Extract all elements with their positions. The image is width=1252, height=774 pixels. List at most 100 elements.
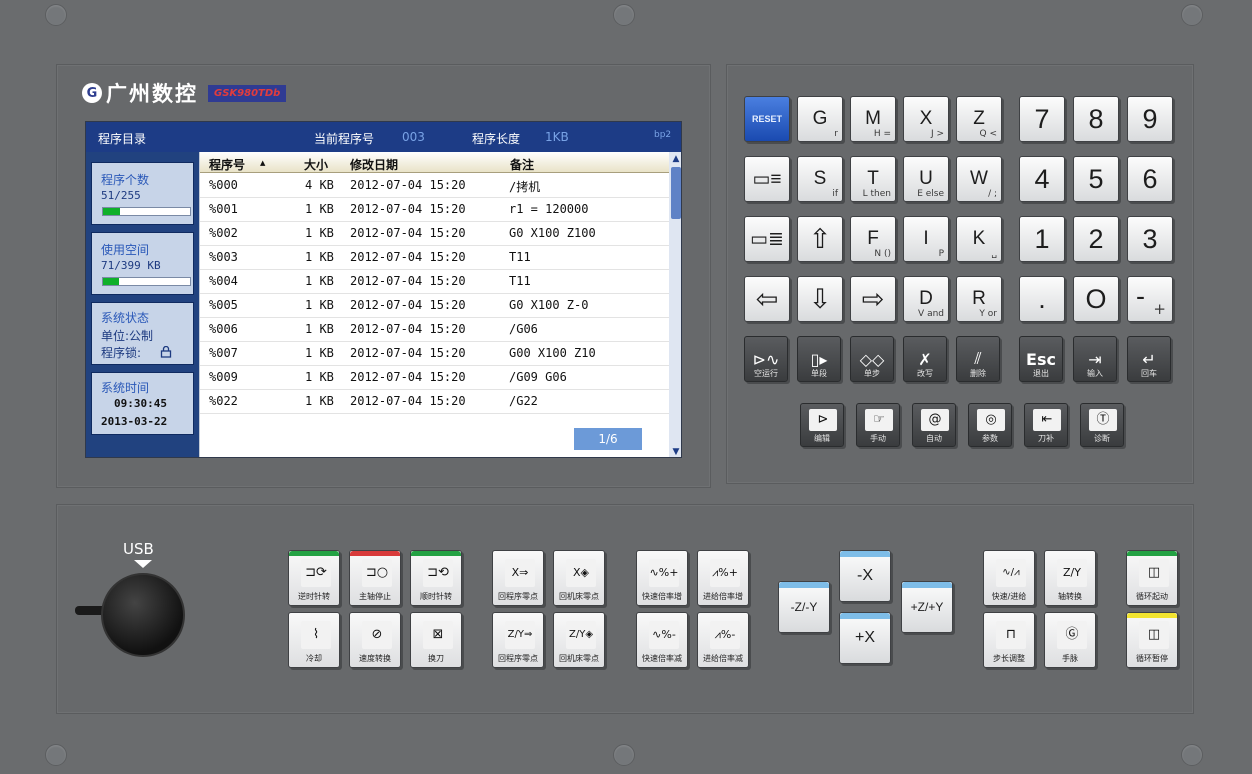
minus-zy-key[interactable]: -Z/-Y xyxy=(778,581,830,633)
cell-date: 2012-07-04 15:20 xyxy=(350,178,466,192)
col-size[interactable]: 大小 xyxy=(304,156,328,173)
used-space-bar xyxy=(102,277,191,286)
scroll-down-icon[interactable]: ▼ xyxy=(669,445,681,457)
table-row[interactable]: %000 4 KB 2012-07-04 15:20/拷机 xyxy=(200,174,669,198)
delete-key[interactable]: ⫽ 删除 xyxy=(956,336,1000,382)
spindle-stop-key[interactable]: ⊐○ 主轴停止 xyxy=(349,550,401,606)
single-block-key[interactable]: ▯▸ 单段 xyxy=(797,336,841,382)
input-key[interactable]: ⇥ 输入 xyxy=(1073,336,1117,382)
single-step-key[interactable]: ◇◇ 单步 xyxy=(850,336,894,382)
minus-x-key[interactable]: -X xyxy=(839,550,891,602)
key-9[interactable]: 9 xyxy=(1127,96,1173,142)
table-row[interactable]: %005 1 KB 2012-07-04 15:20 G0 X100 Z-0 xyxy=(200,294,669,318)
key-4[interactable]: 4 xyxy=(1019,156,1065,202)
col-program-no[interactable]: 程序号 xyxy=(209,156,245,173)
dry-run-key[interactable]: ⊳∿ 空运行 xyxy=(744,336,788,382)
feed-override-up-key[interactable]: ⩘%+ 进给倍率增 xyxy=(697,550,749,606)
step-size-key[interactable]: ⊓ 步长调整 xyxy=(983,612,1035,668)
key-dot[interactable]: . xyxy=(1019,276,1065,322)
key-6[interactable]: 6 xyxy=(1127,156,1173,202)
edit-mode-key[interactable]: ⊳ 编辑 xyxy=(800,403,844,447)
program-list-key[interactable]: ▭≡ xyxy=(744,156,790,202)
plus-zy-key[interactable]: +Z/+Y xyxy=(901,581,953,633)
handwheel-key[interactable]: Ⓖ 手脉 xyxy=(1044,612,1096,668)
x-machine-zero-key[interactable]: X◈ 回机床零点 xyxy=(553,550,605,606)
x-program-zero-key[interactable]: X⇒ 回程序零点 xyxy=(492,550,544,606)
table-row[interactable]: %022 1 KB 2012-07-04 15:20/G22 xyxy=(200,390,669,414)
key-7[interactable]: 7 xyxy=(1019,96,1065,142)
key-minus[interactable]: - + xyxy=(1127,276,1173,322)
key-u[interactable]: UE else xyxy=(903,156,949,202)
key-m[interactable]: MH = xyxy=(850,96,896,142)
coolant-key[interactable]: ⌇ 冷却 xyxy=(288,612,340,668)
zy-program-zero-key[interactable]: Z/Y⇒ 回程序零点 xyxy=(492,612,544,668)
col-note[interactable]: 备注 xyxy=(510,156,534,173)
table-row[interactable]: %001 1 KB 2012-07-04 15:20 r1 = 120000 xyxy=(200,198,669,222)
esc-key[interactable]: Esc 退出 xyxy=(1019,336,1063,382)
key-sub: + xyxy=(1153,300,1166,318)
table-row[interactable]: %006 1 KB 2012-07-04 15:20/G06 xyxy=(200,318,669,342)
axis-switch-key[interactable]: Z/Y 轴转换 xyxy=(1044,550,1096,606)
key-5[interactable]: 5 xyxy=(1073,156,1119,202)
parameter-key[interactable]: ◎ 参数 xyxy=(968,403,1012,447)
key-r[interactable]: RY or xyxy=(956,276,1002,322)
right-arrow-key[interactable]: ⇨ xyxy=(850,276,896,322)
tool-offset-key[interactable]: ⇤ 刀补 xyxy=(1024,403,1068,447)
reset-key[interactable]: RESET xyxy=(744,96,790,142)
table-row[interactable]: %003 1 KB 2012-07-04 15:20 T11 xyxy=(200,246,669,270)
key-1[interactable]: 1 xyxy=(1019,216,1065,262)
screw xyxy=(45,744,67,766)
key-o[interactable]: O xyxy=(1073,276,1119,322)
usb-knob[interactable] xyxy=(101,573,185,657)
key-k[interactable]: K ␣ xyxy=(956,216,1002,262)
scrollbar[interactable]: ▲ ▼ xyxy=(669,152,681,457)
key-i[interactable]: IP xyxy=(903,216,949,262)
key-2[interactable]: 2 xyxy=(1073,216,1119,262)
key-d[interactable]: DV and xyxy=(903,276,949,322)
table-row[interactable]: %009 1 KB 2012-07-04 15:20/G09 G06 xyxy=(200,366,669,390)
enter-icon: ↵ xyxy=(1142,349,1156,369)
enter-key[interactable]: ↵ 回车 xyxy=(1127,336,1171,382)
spindle-cw-key[interactable]: ⊐⟲ 顺时针转 xyxy=(410,550,462,606)
rapid-override-up-key[interactable]: ∿%+ 快速倍率增 xyxy=(636,550,688,606)
key-main: K xyxy=(972,228,986,249)
scroll-thumb[interactable] xyxy=(671,167,681,219)
document-key[interactable]: ▭≣ xyxy=(744,216,790,262)
key-t[interactable]: TL then xyxy=(850,156,896,202)
cycle-start-key[interactable]: ◫ 循环起动 xyxy=(1126,550,1178,606)
table-row[interactable]: %004 1 KB 2012-07-04 15:20 T11 xyxy=(200,270,669,294)
col-modified-date[interactable]: 修改日期 xyxy=(350,156,398,173)
spindle-ccw-key[interactable]: ⊐⟳ 逆时针转 xyxy=(288,550,340,606)
tool-change-key[interactable]: ⊠ 换刀 xyxy=(410,612,462,668)
key-8[interactable]: 8 xyxy=(1073,96,1119,142)
plus-x-key[interactable]: +X xyxy=(839,612,891,664)
feed-override-down-key[interactable]: ⩘%- 进给倍率减 xyxy=(697,612,749,668)
key-x[interactable]: XJ > xyxy=(903,96,949,142)
diagnosis-key[interactable]: Ⓣ 诊断 xyxy=(1080,403,1124,447)
manual-mode-key[interactable]: ☞ 手动 xyxy=(856,403,900,447)
key-main: 4 xyxy=(1034,163,1050,194)
table-row[interactable]: %002 1 KB 2012-07-04 15:20 G0 X100 Z100 xyxy=(200,222,669,246)
up-arrow-key[interactable]: ⇧ xyxy=(797,216,843,262)
system-status-box: 系统状态 单位:公制 程序锁: xyxy=(91,302,194,365)
scroll-up-icon[interactable]: ▲ xyxy=(669,152,681,166)
cell-no: %004 xyxy=(209,274,238,288)
key-w[interactable]: W / ; xyxy=(956,156,1002,202)
table-header: 程序号 ▲ 大小 修改日期 备注 xyxy=(200,152,669,173)
key-z[interactable]: ZQ < xyxy=(956,96,1002,142)
left-arrow-key[interactable]: ⇦ xyxy=(744,276,790,322)
key-f[interactable]: FN () xyxy=(850,216,896,262)
rapid-feed-toggle-key[interactable]: ∿/⩘ 快速/进给 xyxy=(983,550,1035,606)
rapid-override-down-key[interactable]: ∿%- 快速倍率减 xyxy=(636,612,688,668)
alter-key[interactable]: ✗ 改写 xyxy=(903,336,947,382)
zy-machine-zero-key[interactable]: Z/Y◈ 回机床零点 xyxy=(553,612,605,668)
down-arrow-key[interactable]: ⇩ xyxy=(797,276,843,322)
cell-note: /G22 xyxy=(509,394,538,408)
key-3[interactable]: 3 xyxy=(1127,216,1173,262)
auto-mode-key[interactable]: @ 自动 xyxy=(912,403,956,447)
key-s[interactable]: Sif xyxy=(797,156,843,202)
cycle-pause-key[interactable]: ◫ 循环暂停 xyxy=(1126,612,1178,668)
table-row[interactable]: %007 1 KB 2012-07-04 15:20 G00 X100 Z10 xyxy=(200,342,669,366)
key-g[interactable]: Gr xyxy=(797,96,843,142)
speed-change-key[interactable]: ⊘ 速度转换 xyxy=(349,612,401,668)
